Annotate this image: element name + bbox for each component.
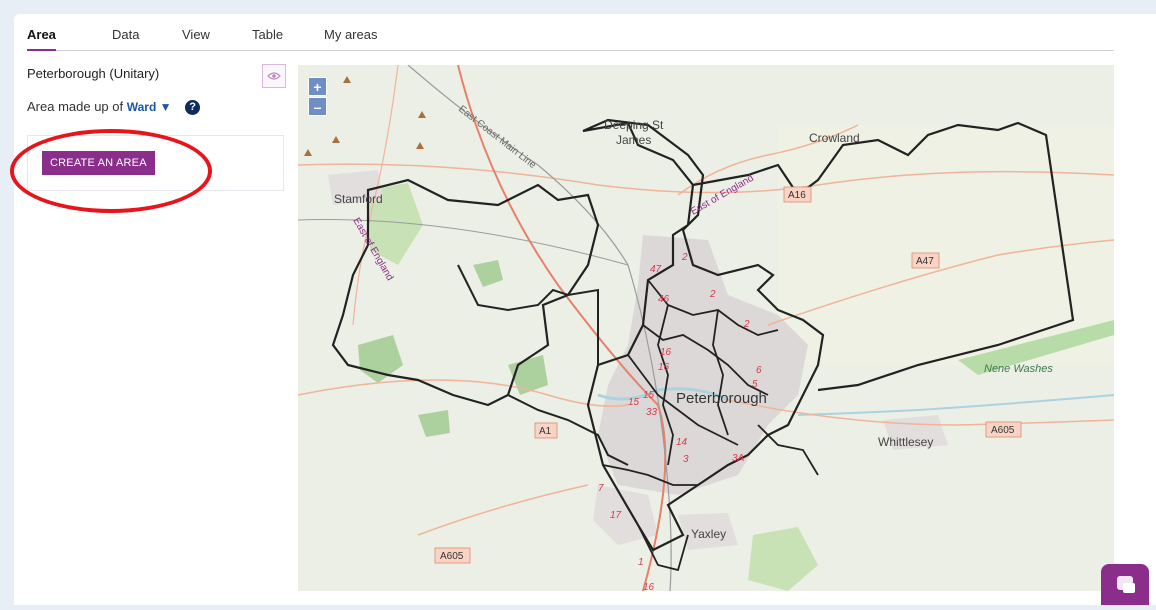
ward-number: 15 bbox=[628, 397, 640, 408]
place-label-nene-washes: Nene Washes bbox=[984, 363, 1053, 375]
ward-number: 2 bbox=[709, 289, 716, 300]
place-label-whittlesey: Whittlesey bbox=[878, 435, 933, 449]
map-canvas: Deeping St James Crowland Stamford Peter… bbox=[298, 65, 1114, 591]
caret-down-icon: ▼ bbox=[159, 100, 172, 114]
tab-bar: Area Data View Table My areas bbox=[27, 28, 1114, 51]
chat-icon bbox=[1117, 576, 1135, 593]
place-label-crowland: Crowland bbox=[809, 131, 860, 145]
place-label-deeping-james: James bbox=[616, 133, 651, 147]
ward-number: 1 bbox=[638, 557, 644, 568]
ward-number: 46 bbox=[658, 294, 670, 305]
ward-type-dropdown[interactable]: Ward ▼ bbox=[127, 100, 172, 114]
tab-table[interactable]: Table bbox=[252, 28, 283, 49]
tab-my-areas[interactable]: My areas bbox=[324, 28, 377, 49]
ward-number: 2 bbox=[681, 252, 688, 263]
area-composition: Area made up of Ward ▼ ? bbox=[27, 99, 201, 116]
ward-number: 16 bbox=[658, 362, 670, 373]
ward-number: 14 bbox=[676, 437, 688, 448]
ward-number: 5 bbox=[752, 379, 758, 390]
zoom-in-button[interactable]: + bbox=[308, 77, 327, 96]
road-label-a16: A16 bbox=[788, 190, 806, 201]
ward-number: 7 bbox=[598, 483, 604, 494]
ward-number: 16 bbox=[660, 347, 672, 358]
ward-number: 15 bbox=[643, 390, 655, 401]
ward-number: 16 bbox=[643, 582, 655, 591]
road-label-a47: A47 bbox=[916, 256, 934, 267]
ward-number: 2 bbox=[743, 319, 750, 330]
tab-data[interactable]: Data bbox=[112, 28, 139, 49]
place-label-yaxley: Yaxley bbox=[691, 527, 726, 541]
road-label-a605-west: A605 bbox=[440, 551, 464, 562]
chat-widget-button[interactable] bbox=[1101, 564, 1149, 605]
map-view[interactable]: Deeping St James Crowland Stamford Peter… bbox=[298, 65, 1114, 591]
tab-view[interactable]: View bbox=[182, 28, 210, 49]
place-label-peterborough: Peterborough bbox=[676, 390, 767, 407]
place-label-stamford: Stamford bbox=[334, 192, 383, 206]
ward-number: 6 bbox=[756, 365, 762, 376]
ward-number: 3 bbox=[683, 454, 689, 465]
tab-area[interactable]: Area bbox=[27, 28, 56, 51]
ward-number: 17 bbox=[610, 510, 622, 521]
ward-number: 47 bbox=[650, 264, 662, 275]
place-label-deeping: Deeping St bbox=[604, 118, 664, 132]
road-label-a1: A1 bbox=[539, 426, 552, 437]
ward-number: 33 bbox=[646, 407, 658, 418]
help-icon[interactable]: ? bbox=[185, 100, 201, 116]
highlight-circle bbox=[10, 129, 212, 213]
road-label-a605-east: A605 bbox=[991, 425, 1015, 436]
ward-type-label: Ward bbox=[126, 100, 157, 114]
made-up-label: Area made up of bbox=[27, 99, 124, 114]
area-title: Peterborough (Unitary) bbox=[27, 66, 160, 81]
visibility-toggle-button[interactable] bbox=[262, 64, 286, 88]
eye-icon bbox=[267, 72, 281, 80]
zoom-out-button[interactable]: – bbox=[308, 97, 327, 116]
ward-number: 3A bbox=[732, 453, 745, 464]
